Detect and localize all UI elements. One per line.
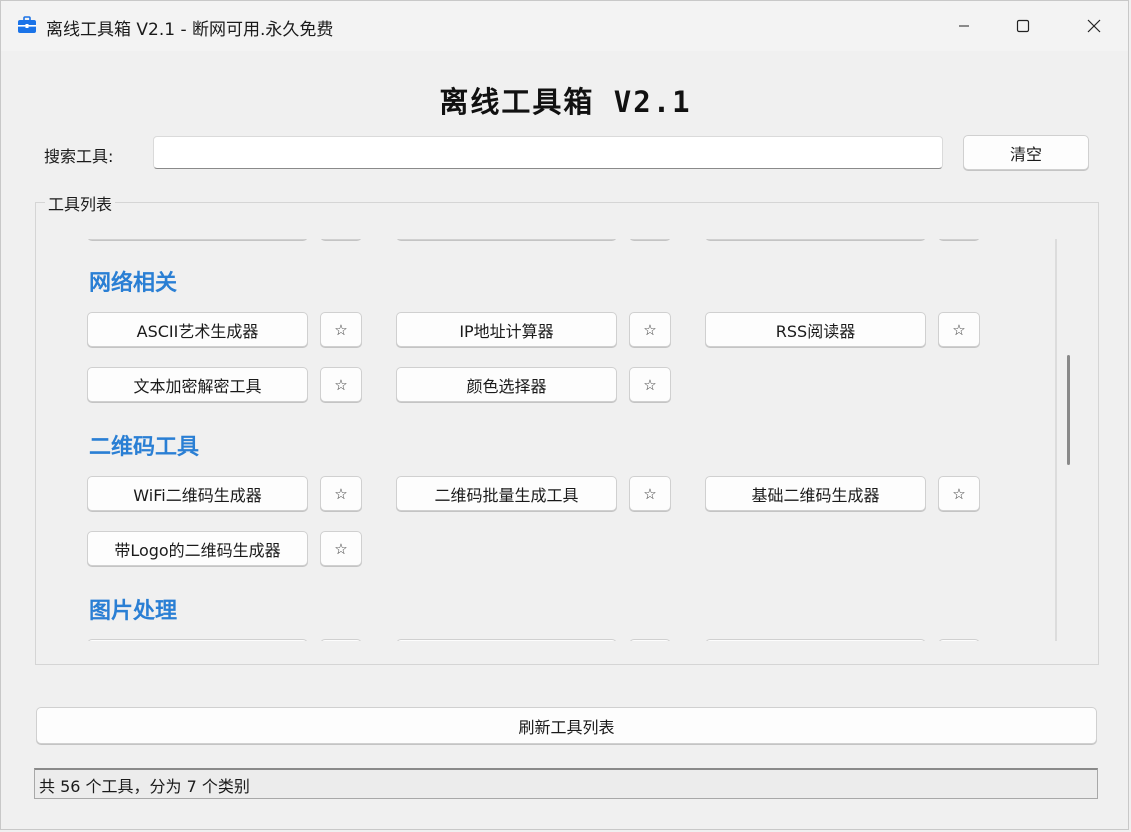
minimize-button[interactable] <box>941 1 987 51</box>
maximize-button[interactable] <box>1000 1 1046 51</box>
tool-button-logo-qr[interactable]: 带Logo的二维码生成器 <box>87 531 308 566</box>
tool-button-color-picker[interactable]: 颜色选择器 <box>396 367 617 402</box>
tool-button-clipped[interactable] <box>705 639 926 641</box>
tool-button-rss-reader[interactable]: RSS阅读器 <box>705 312 926 347</box>
status-bar: 共 56 个工具，分为 7 个类别 <box>34 768 1098 799</box>
favorite-button[interactable]: ☆ <box>938 476 980 511</box>
search-input[interactable] <box>153 136 943 169</box>
tool-button-batch-qr[interactable]: 二维码批量生成工具 <box>396 476 617 511</box>
title-bar: 离线工具箱 V2.1 - 断网可用.永久免费 <box>1 1 1128 51</box>
refresh-button[interactable]: 刷新工具列表 <box>36 707 1097 744</box>
tool-button-clipped[interactable] <box>396 239 617 240</box>
window-title: 离线工具箱 V2.1 - 断网可用.永久免费 <box>46 20 334 40</box>
favorite-button[interactable]: ☆ <box>320 367 362 402</box>
close-button[interactable] <box>1071 1 1117 51</box>
favorite-button-clipped[interactable] <box>320 239 362 240</box>
favorite-button[interactable]: ☆ <box>938 312 980 347</box>
tool-button-clipped[interactable] <box>87 639 308 641</box>
page-title: 离线工具箱 V2.1 <box>439 85 692 119</box>
maximize-icon <box>1016 19 1030 33</box>
favorite-button-clipped[interactable] <box>938 239 980 240</box>
tool-button-clipped[interactable] <box>396 639 617 641</box>
favorite-button[interactable]: ☆ <box>320 531 362 566</box>
app-window: 离线工具箱 V2.1 - 断网可用.永久免费 离线工具箱 V2.1 搜索工具: … <box>0 0 1129 830</box>
close-icon <box>1087 19 1101 33</box>
tool-button-ascii-art[interactable]: ASCII艺术生成器 <box>87 312 308 347</box>
category-title-qrcode: 二维码工具 <box>89 435 200 460</box>
clear-button[interactable]: 清空 <box>963 135 1089 170</box>
tool-list-scroll-area[interactable]: 网络相关 ASCII艺术生成器 ☆ IP地址计算器 ☆ RSS阅读器 ☆ 文本加… <box>37 239 1055 641</box>
favorite-button-clipped[interactable] <box>320 639 362 641</box>
favorite-button[interactable]: ☆ <box>320 476 362 511</box>
category-title-image: 图片处理 <box>89 599 178 624</box>
tool-button-basic-qr[interactable]: 基础二维码生成器 <box>705 476 926 511</box>
favorite-button[interactable]: ☆ <box>629 312 671 347</box>
scrollbar-track[interactable] <box>1055 239 1057 641</box>
favorite-button-clipped[interactable] <box>629 239 671 240</box>
favorite-button[interactable]: ☆ <box>629 476 671 511</box>
search-label: 搜索工具: <box>44 147 114 166</box>
scrollbar-thumb[interactable] <box>1067 355 1070 465</box>
tool-button-wifi-qr[interactable]: WiFi二维码生成器 <box>87 476 308 511</box>
favorite-button-clipped[interactable] <box>629 639 671 641</box>
favorite-button-clipped[interactable] <box>938 639 980 641</box>
tool-button-ip-calculator[interactable]: IP地址计算器 <box>396 312 617 347</box>
tool-button-text-encrypt[interactable]: 文本加密解密工具 <box>87 367 308 402</box>
favorite-button[interactable]: ☆ <box>629 367 671 402</box>
minimize-icon <box>959 25 969 27</box>
tool-button-clipped[interactable] <box>705 239 926 240</box>
category-title-network: 网络相关 <box>89 271 178 296</box>
favorite-button[interactable]: ☆ <box>320 312 362 347</box>
toolbox-icon <box>17 15 37 35</box>
tool-button-clipped[interactable] <box>87 239 308 240</box>
tool-list-title: 工具列表 <box>45 191 116 215</box>
